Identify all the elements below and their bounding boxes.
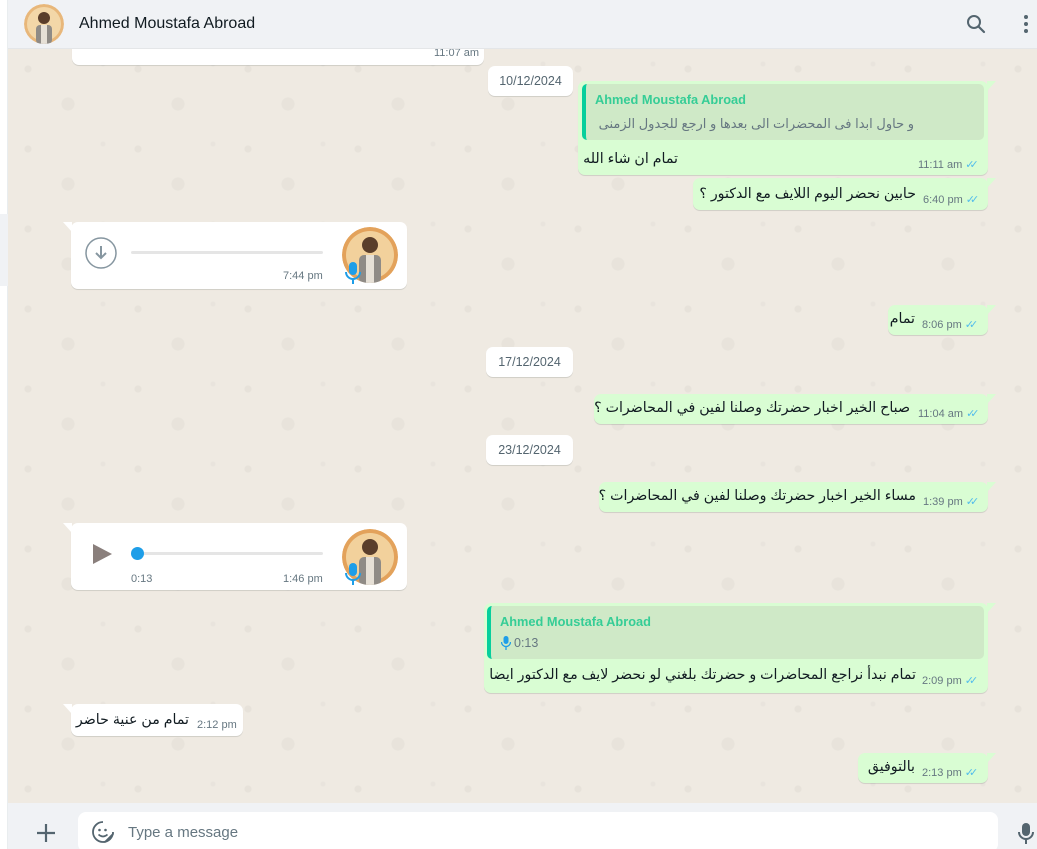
bubble-tail	[987, 305, 996, 315]
bubble-tail	[987, 394, 996, 404]
search-icon[interactable]	[964, 12, 988, 36]
message-time: 1:46 pm	[283, 573, 323, 585]
message-time: 1:39 pm	[923, 495, 963, 508]
message-bubble-outgoing[interactable]: صباح الخير اخبار حضرتك وصلنا لفين في الم…	[594, 394, 996, 424]
voice-duration: 0:13	[131, 573, 153, 585]
voice-progress-track[interactable]	[131, 251, 323, 254]
message-text: تمام نبدأ نراجع المحاضرات و حضرتك بلغني …	[489, 667, 916, 683]
read-ticks-icon: ✓✓	[964, 675, 979, 687]
message-text: بالتوفيق	[867, 759, 915, 775]
date-separator: 23/12/2024	[486, 435, 573, 465]
message-input[interactable]	[128, 818, 968, 846]
message-list[interactable]: 11:07 am 10/12/2024 Ahmed Moustafa Abroa…	[8, 49, 1037, 803]
quoted-mic-icon	[500, 636, 512, 650]
message-time: 2:09 pm	[922, 674, 962, 687]
sticker-icon[interactable]	[92, 821, 114, 843]
message-bubble-outgoing[interactable]: تمام 8:06 pm ✓✓	[888, 305, 996, 335]
voice-progress-knob[interactable]	[131, 547, 144, 560]
voice-message-incoming[interactable]: 0:13 1:46 pm	[63, 523, 407, 590]
read-ticks-icon: ✓✓	[966, 408, 980, 420]
message-bubble-partial[interactable]: 11:07 am	[72, 49, 484, 65]
message-time: 6:40 pm	[923, 193, 963, 206]
contact-avatar[interactable]	[24, 4, 64, 44]
date-separator: 10/12/2024	[488, 66, 573, 96]
bubble-tail	[63, 704, 72, 714]
bubble-tail	[987, 178, 996, 188]
message-text: حابين نحضر اليوم اللايف مع الدكتور ؟	[699, 186, 916, 202]
message-time: 2:13 pm	[922, 766, 962, 779]
quoted-text: و حاول ابدا فى المحضرات الى بعدها و ارجع…	[598, 116, 914, 131]
read-ticks-icon: ✓✓	[964, 767, 979, 779]
date-separator: 17/12/2024	[486, 347, 573, 377]
sidebar-edge	[0, 0, 8, 849]
download-icon[interactable]	[85, 237, 117, 269]
bubble-tail	[987, 81, 996, 91]
message-bubble-outgoing[interactable]: حابين نحضر اليوم اللايف مع الدكتور ؟ 6:4…	[693, 178, 996, 210]
read-ticks-icon: ✓✓	[965, 496, 980, 508]
message-text: صباح الخير اخبار حضرتك وصلنا لفين في الم…	[594, 400, 910, 416]
message-time: 11:11 am	[918, 158, 963, 171]
quoted-duration: 0:13	[514, 636, 539, 650]
voice-progress-track[interactable]	[131, 552, 323, 555]
quoted-message[interactable]: Ahmed Moustafa Abroad 0:13	[487, 606, 984, 659]
message-input-box[interactable]	[78, 812, 998, 849]
message-bubble-incoming[interactable]: تمام من عنية حاضر 2:12 pm	[63, 704, 243, 736]
quoted-message[interactable]: Ahmed Moustafa Abroad و حاول ابدا فى الم…	[582, 84, 984, 140]
menu-icon[interactable]	[1014, 12, 1037, 36]
message-text: مساء الخير اخبار حضرتك وصلنا لفين في الم…	[598, 488, 916, 504]
message-bubble-outgoing[interactable]: بالتوفيق 2:13 pm ✓✓	[858, 753, 996, 783]
composer	[8, 803, 1037, 849]
message-time: 11:04 am	[918, 407, 964, 420]
bubble-tail	[63, 523, 72, 533]
mic-icon	[345, 262, 361, 284]
message-time: 11:07 am	[434, 49, 480, 59]
chat-header: Ahmed Moustafa Abroad	[8, 0, 1037, 49]
read-ticks-icon: ✓✓	[965, 194, 980, 206]
quoted-sender: Ahmed Moustafa Abroad	[500, 614, 651, 629]
bubble-tail	[987, 603, 996, 613]
message-bubble-outgoing[interactable]: مساء الخير اخبار حضرتك وصلنا لفين في الم…	[598, 482, 996, 512]
message-text: تمام من عنية حاضر	[75, 712, 189, 728]
voice-message-incoming[interactable]: 7:44 pm	[63, 222, 407, 289]
quoted-sender: Ahmed Moustafa Abroad	[595, 92, 746, 107]
contact-name[interactable]: Ahmed Moustafa Abroad	[79, 15, 255, 33]
bubble-tail	[987, 482, 996, 492]
mic-icon	[345, 563, 361, 585]
read-ticks-icon: ✓✓	[965, 159, 979, 171]
message-text: تمام	[889, 311, 915, 327]
message-bubble-outgoing[interactable]: Ahmed Moustafa Abroad 0:13 تمام نبدأ نرا…	[484, 603, 996, 693]
message-time: 8:06 pm	[922, 318, 962, 331]
plus-icon[interactable]	[34, 821, 58, 845]
sidebar-edge-marker	[0, 214, 8, 286]
bubble-tail	[63, 222, 72, 232]
message-time: 7:44 pm	[283, 270, 323, 282]
message-bubble-outgoing[interactable]: Ahmed Moustafa Abroad و حاول ابدا فى الم…	[578, 81, 996, 175]
voice-record-icon[interactable]	[1014, 821, 1037, 845]
message-text: تمام ان شاء الله	[583, 151, 678, 167]
message-time: 2:12 pm	[197, 719, 237, 731]
bubble-tail	[987, 753, 996, 763]
play-icon[interactable]	[91, 543, 113, 565]
read-ticks-icon: ✓✓	[964, 319, 979, 331]
